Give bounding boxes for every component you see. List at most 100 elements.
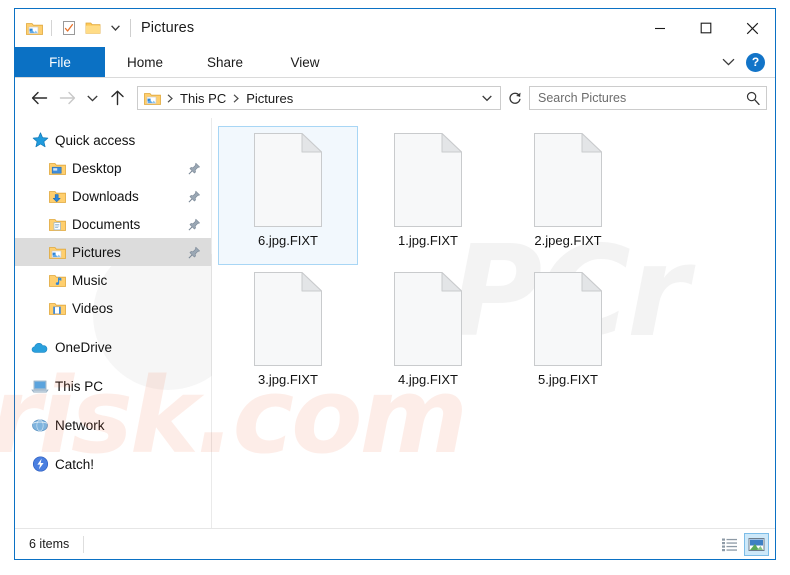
sidebar-item-downloads[interactable]: Downloads	[15, 182, 211, 210]
sidebar-label-catch: Catch!	[55, 456, 95, 472]
qat-divider	[51, 20, 52, 36]
sidebar-item-videos[interactable]: Videos	[15, 294, 211, 322]
window-controls	[637, 9, 775, 47]
network-icon	[31, 416, 49, 434]
sidebar-gap-3	[15, 400, 211, 411]
sidebar-item-documents[interactable]: Documents	[15, 210, 211, 238]
pin-icon[interactable]	[187, 245, 201, 259]
details-view-button[interactable]	[717, 533, 742, 556]
file-item[interactable]: 1.jpg.FIXT	[358, 126, 498, 265]
breadcrumb-dropdown-icon[interactable]	[478, 87, 496, 109]
view-mode-buttons	[717, 532, 769, 556]
forward-button[interactable]	[53, 84, 81, 112]
file-item[interactable]: 3.jpg.FIXT	[218, 265, 358, 404]
sidebar-item-catch[interactable]: Catch!	[15, 450, 211, 478]
breadcrumb-pictures-icon	[144, 91, 161, 106]
file-name: 1.jpg.FIXT	[398, 233, 458, 248]
star-icon	[31, 131, 49, 149]
file-item[interactable]: 6.jpg.FIXT	[218, 126, 358, 265]
minimize-button[interactable]	[637, 9, 683, 47]
sidebar-item-network[interactable]: Network	[15, 411, 211, 439]
file-item[interactable]: 2.jpeg.FIXT	[498, 126, 638, 265]
breadcrumb-bar[interactable]: This PC Pictures	[137, 86, 501, 110]
file-item[interactable]: 4.jpg.FIXT	[358, 265, 498, 404]
sidebar-label-this-pc: This PC	[55, 378, 104, 394]
refresh-button[interactable]	[501, 85, 529, 111]
blank-document-icon	[390, 131, 466, 229]
sidebar-gap-4	[15, 439, 211, 450]
breadcrumb-this-pc[interactable]: This PC	[177, 91, 229, 106]
large-icons-view-button[interactable]	[744, 532, 769, 556]
ribbon-right-controls: ?	[716, 47, 771, 77]
breadcrumb-separator-icon[interactable]	[163, 93, 177, 103]
blank-document-icon	[250, 270, 326, 368]
this-pc-icon	[31, 377, 49, 395]
sidebar-label-quick-access: Quick access	[55, 132, 136, 148]
sidebar-item-desktop[interactable]: Desktop	[15, 154, 211, 182]
sidebar-gap-2	[15, 361, 211, 372]
file-name: 2.jpeg.FIXT	[534, 233, 602, 248]
explorer-body: Quick access Desktop Downloads Documents…	[15, 118, 775, 528]
search-icon[interactable]	[746, 91, 760, 105]
sidebar-label-network: Network	[55, 417, 105, 433]
file-name: 3.jpg.FIXT	[258, 372, 318, 387]
tab-file[interactable]: File	[15, 47, 105, 77]
tab-view[interactable]: View	[265, 47, 345, 77]
pin-icon[interactable]	[187, 189, 201, 203]
sidebar-item-this-pc[interactable]: This PC	[15, 372, 211, 400]
sidebar-label-music: Music	[72, 272, 108, 288]
blank-document-icon	[390, 270, 466, 368]
properties-icon[interactable]	[58, 17, 80, 39]
tab-home[interactable]: Home	[105, 47, 185, 77]
new-folder-icon[interactable]	[82, 17, 104, 39]
sidebar-item-onedrive[interactable]: OneDrive	[15, 333, 211, 361]
title-bar: Pictures	[15, 9, 775, 47]
blank-document-icon	[250, 131, 326, 229]
file-name: 5.jpg.FIXT	[538, 372, 598, 387]
sidebar-label-desktop: Desktop	[72, 160, 122, 176]
file-item[interactable]: 5.jpg.FIXT	[498, 265, 638, 404]
breadcrumb-pictures[interactable]: Pictures	[243, 91, 296, 106]
breadcrumb-separator-icon-2[interactable]	[229, 93, 243, 103]
file-list-view[interactable]: PCr 6.jpg.FIXT	[212, 118, 775, 528]
pictures-folder-icon[interactable]	[23, 17, 45, 39]
maximize-button[interactable]	[683, 9, 729, 47]
sidebar-item-music[interactable]: Music	[15, 266, 211, 294]
quick-access-toolbar	[15, 17, 124, 39]
file-name: 6.jpg.FIXT	[258, 233, 318, 248]
blank-document-icon	[530, 131, 606, 229]
back-button[interactable]	[25, 84, 53, 112]
search-input[interactable]: Search Pictures	[538, 91, 746, 105]
title-divider	[130, 19, 131, 37]
file-name: 4.jpg.FIXT	[398, 372, 458, 387]
customize-chevron-icon[interactable]	[106, 17, 124, 39]
pin-icon[interactable]	[187, 161, 201, 175]
sidebar-label-onedrive: OneDrive	[55, 339, 113, 355]
status-bar: 6 items	[15, 528, 775, 559]
help-button[interactable]: ?	[746, 52, 765, 72]
address-bar: This PC Pictures Search Pictures	[15, 78, 775, 118]
tab-share[interactable]: Share	[185, 47, 265, 77]
expand-ribbon-chevron-icon[interactable]	[716, 50, 740, 74]
sidebar-item-quick-access[interactable]: Quick access	[15, 126, 211, 154]
videos-folder-icon	[48, 299, 66, 317]
item-count-label: 6 items	[29, 537, 70, 551]
up-button[interactable]	[103, 84, 131, 112]
downloads-folder-icon	[48, 187, 66, 205]
music-folder-icon	[48, 271, 66, 289]
blank-document-icon	[530, 270, 606, 368]
status-divider	[83, 535, 85, 553]
desktop-folder-icon	[48, 159, 66, 177]
window-title: Pictures	[141, 20, 195, 36]
sidebar-label-downloads: Downloads	[72, 188, 139, 204]
pictures-folder-icon	[48, 243, 66, 261]
search-box[interactable]: Search Pictures	[529, 86, 767, 110]
navigation-pane: Quick access Desktop Downloads Documents…	[15, 118, 212, 528]
sidebar-label-videos: Videos	[72, 300, 114, 316]
onedrive-cloud-icon	[31, 338, 49, 356]
sidebar-item-pictures[interactable]: Pictures	[15, 238, 211, 266]
pin-icon[interactable]	[187, 217, 201, 231]
recent-locations-button[interactable]	[81, 84, 103, 112]
close-button[interactable]	[729, 9, 775, 47]
